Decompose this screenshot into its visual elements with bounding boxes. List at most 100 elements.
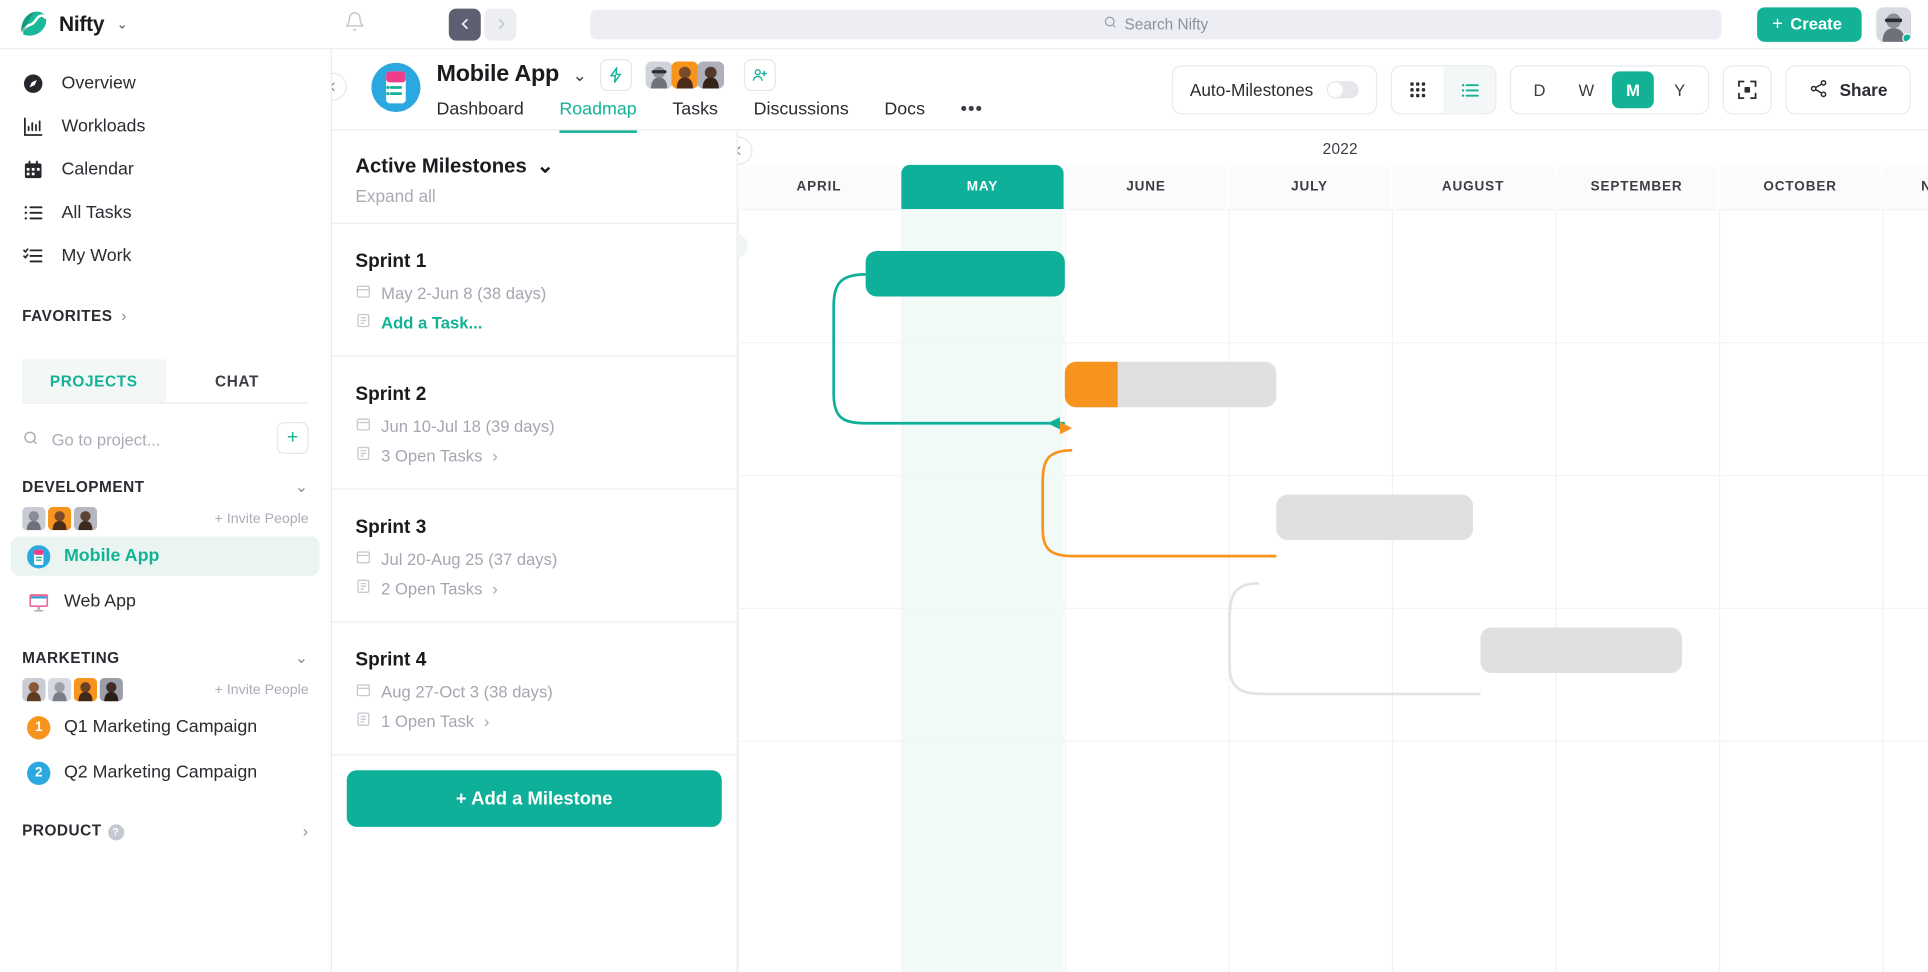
expand-all-link[interactable]: Expand all <box>355 186 736 206</box>
chevron-right-icon: › <box>492 579 498 597</box>
forward-button[interactable] <box>484 8 516 40</box>
zoom-week[interactable]: W <box>1565 71 1607 108</box>
zoom-year[interactable]: Y <box>1659 71 1701 108</box>
toggle-switch[interactable] <box>1327 81 1359 98</box>
milestone-open-tasks[interactable]: 3 Open Tasks › <box>355 445 736 465</box>
gantt-bar-sprint-4[interactable] <box>1480 628 1682 674</box>
grid-line <box>901 209 902 972</box>
help-icon[interactable]: ? <box>108 824 124 840</box>
invite-people-marketing[interactable]: + Invite People <box>215 682 309 697</box>
chevron-right-icon: › <box>121 306 127 324</box>
search-icon <box>22 429 39 450</box>
add-project-button[interactable]: + <box>277 422 309 454</box>
avatar[interactable] <box>22 507 45 530</box>
sidebar-project-q1-marketing-campaign[interactable]: 1 Q1 Marketing Campaign <box>11 707 320 746</box>
brand[interactable]: Nifty ⌄ <box>0 0 332 49</box>
share-button-label: Share <box>1840 80 1888 100</box>
fullscreen-icon[interactable] <box>1723 65 1772 114</box>
group-label: PRODUCT? <box>22 822 124 840</box>
project-header-actions: Auto-Milestones D W M Y <box>1171 65 1910 114</box>
month-november[interactable]: NOVEMBER <box>1883 165 1928 209</box>
gantt-bar-sprint-2-progress[interactable] <box>1065 362 1118 408</box>
zoom-month[interactable]: M <box>1612 71 1654 108</box>
auto-milestones-label: Auto-Milestones <box>1190 80 1313 100</box>
month-september[interactable]: SEPTEMBER <box>1555 165 1717 209</box>
user-avatar[interactable] <box>1876 7 1910 41</box>
avatar[interactable] <box>48 507 71 530</box>
tab-tasks[interactable]: Tasks <box>672 100 718 133</box>
gantt-bar-sprint-3[interactable] <box>1276 495 1473 541</box>
mobile-app-icon <box>27 544 50 567</box>
sidebar-item-overview[interactable]: Overview <box>0 62 331 105</box>
auto-milestones-toggle[interactable]: Auto-Milestones <box>1171 65 1377 114</box>
chevron-down-icon[interactable]: ⌄ <box>573 65 587 86</box>
month-april[interactable]: APRIL <box>738 165 900 209</box>
sidebar-group-product[interactable]: PRODUCT? › <box>0 792 331 840</box>
list-view-icon[interactable] <box>1444 66 1496 113</box>
month-july[interactable]: JULY <box>1228 165 1390 209</box>
sidebar-project-q2-marketing-campaign[interactable]: 2 Q2 Marketing Campaign <box>11 753 320 792</box>
sidebar-project-web-app[interactable]: Web App <box>11 582 320 621</box>
avatar[interactable] <box>74 507 97 530</box>
chevron-down-icon: ⌄ <box>537 154 554 179</box>
create-button[interactable]: + Create <box>1757 7 1861 41</box>
month-june[interactable]: JUNE <box>1065 165 1227 209</box>
gantt-bar-sprint-1[interactable] <box>866 251 1065 297</box>
avatar[interactable] <box>22 678 45 701</box>
sidebar-item-workloads[interactable]: Workloads <box>0 105 331 148</box>
milestone-name: Sprint 3 <box>355 517 736 539</box>
milestone-row-sprint-1[interactable]: Sprint 1 May 2-Jun 8 (38 days) Add a Tas… <box>332 224 737 357</box>
project-search-input[interactable]: Go to project... + <box>22 418 308 460</box>
month-october[interactable]: OCTOBER <box>1719 165 1881 209</box>
invite-people-development[interactable]: + Invite People <box>215 511 309 526</box>
lightning-icon[interactable] <box>601 59 633 91</box>
add-person-icon[interactable] <box>744 59 776 91</box>
tab-dashboard[interactable]: Dashboard <box>437 100 524 133</box>
grid-line <box>738 342 1928 343</box>
avatar[interactable] <box>672 62 699 89</box>
sidebar-project-mobile-app[interactable]: Mobile App <box>11 536 320 575</box>
chevron-down-icon[interactable]: ⌄ <box>117 16 128 32</box>
milestone-row-sprint-2[interactable]: Sprint 2 Jun 10-Jul 18 (39 days) 3 Open … <box>332 357 737 490</box>
search-input[interactable]: Search Nifty <box>590 9 1721 39</box>
history-nav <box>449 8 517 40</box>
add-milestone-button[interactable]: + Add a Milestone <box>347 770 722 827</box>
tab-docs[interactable]: Docs <box>884 100 925 133</box>
sidebar-group-marketing[interactable]: MARKETING ⌄ <box>0 621 331 668</box>
tab-chat[interactable]: CHAT <box>165 359 308 402</box>
share-icon <box>1809 78 1829 101</box>
share-button[interactable]: Share <box>1785 65 1910 114</box>
avatar[interactable] <box>646 62 673 89</box>
avatar[interactable] <box>100 678 123 701</box>
grid-view-icon[interactable] <box>1392 66 1444 113</box>
project-tabs: Dashboard Roadmap Tasks Discussions Docs… <box>437 100 984 133</box>
milestone-row-sprint-3[interactable]: Sprint 3 Jul 20-Aug 25 (37 days) 2 Open … <box>332 490 737 623</box>
sidebar-item-calendar[interactable]: Calendar <box>0 148 331 191</box>
avatar[interactable] <box>74 678 97 701</box>
milestone-open-tasks[interactable]: 2 Open Tasks › <box>355 578 736 598</box>
milestones-title[interactable]: Active Milestones ⌄ <box>355 154 736 179</box>
sidebar-item-my-work[interactable]: My Work <box>0 234 331 277</box>
tab-roadmap[interactable]: Roadmap <box>559 100 636 133</box>
grid-line <box>738 209 1928 210</box>
chevron-right-icon: › <box>492 446 498 464</box>
view-mode-switch <box>1391 65 1497 114</box>
avatar[interactable] <box>698 62 725 89</box>
tab-more-options[interactable]: ••• <box>961 100 983 133</box>
tab-discussions[interactable]: Discussions <box>754 100 849 133</box>
back-button[interactable] <box>449 8 481 40</box>
tab-projects[interactable]: PROJECTS <box>22 359 165 402</box>
zoom-day[interactable]: D <box>1519 71 1561 108</box>
month-august[interactable]: AUGUST <box>1392 165 1554 209</box>
avatar[interactable] <box>48 678 71 701</box>
sidebar-favorites[interactable]: FAVORITES › <box>0 277 331 332</box>
sidebar-group-development[interactable]: DEVELOPMENT ⌄ <box>0 460 331 497</box>
milestone-row-sprint-4[interactable]: Sprint 4 Aug 27-Oct 3 (38 days) 1 Open T… <box>332 623 737 756</box>
progress-badge-sprint-1: 100% <box>738 234 748 259</box>
sidebar-item-all-tasks[interactable]: All Tasks <box>0 191 331 234</box>
number-badge-icon: 1 <box>27 715 50 738</box>
month-may[interactable]: MAY <box>901 165 1063 209</box>
milestone-open-tasks[interactable]: 1 Open Task › <box>355 711 736 731</box>
bell-icon[interactable] <box>344 10 365 37</box>
milestone-add-task[interactable]: Add a Task... <box>355 313 736 333</box>
